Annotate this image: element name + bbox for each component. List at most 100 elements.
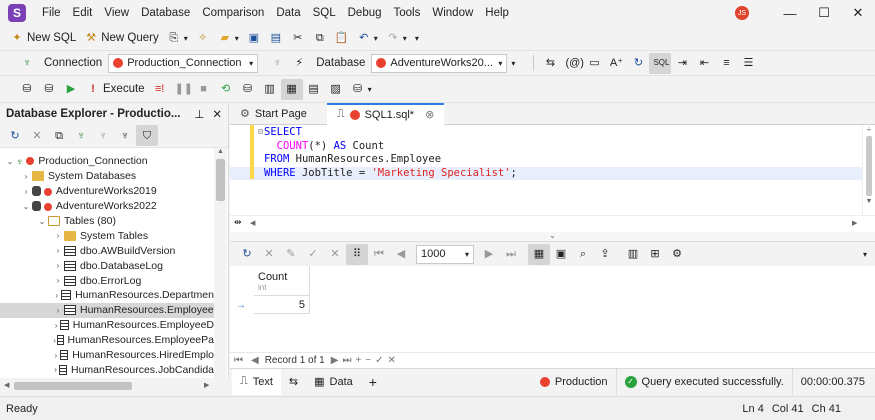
menu-window[interactable]: Window <box>426 7 479 19</box>
expand-arrow-icon[interactable]: › <box>52 306 64 315</box>
explorer-vertical-scrollbar[interactable]: ▲ <box>214 148 227 378</box>
save-button[interactable]: ▣ <box>243 28 265 49</box>
menu-data[interactable]: Data <box>270 7 306 19</box>
collapse-arrow-icon[interactable]: ⌄ <box>4 157 16 166</box>
explorer-scroll-thumb[interactable] <box>216 159 225 201</box>
transaction-button[interactable]: ⛁ ▾ <box>347 79 376 100</box>
change-connection-button[interactable]: ⚡ <box>288 53 310 74</box>
editor-vertical-scrollbar[interactable]: ÷ ▼ <box>862 125 875 217</box>
card-view-button[interactable]: ▣ <box>550 244 572 265</box>
open-file-dropdown[interactable]: ▰ ▾ <box>214 28 243 49</box>
disconnect-button[interactable]: ♆ <box>266 53 288 74</box>
copy-button[interactable]: ⧉ <box>309 28 331 49</box>
tree-item[interactable]: ⌄ Tables (80) <box>0 214 214 229</box>
explorer-copy-button[interactable]: ⧉ <box>48 125 70 146</box>
results-toolbar-options[interactable]: ▾ <box>859 244 871 265</box>
execution-plan-button[interactable]: ⛁ <box>237 79 259 100</box>
tree-item[interactable]: › System Tables <box>0 228 214 243</box>
database-button[interactable]: ⛁ <box>16 79 38 100</box>
pin-icon[interactable]: ⊥ <box>194 107 204 121</box>
editor-scroll-thumb[interactable] <box>866 136 872 196</box>
expand-arrow-icon[interactable]: › <box>20 172 32 181</box>
splitter-handle[interactable]: ⌄ <box>230 232 875 241</box>
column-header-count[interactable]: Count int <box>254 266 310 296</box>
tab-start-page[interactable]: ⚙ Start Page <box>230 103 317 125</box>
new-sql-button[interactable]: ✦ New SQL <box>6 28 80 49</box>
tree-item[interactable]: › dbo.AWBuildVersion <box>0 243 214 258</box>
align-button[interactable]: ≡ <box>715 53 737 74</box>
split-icon[interactable]: ⇹ <box>234 217 242 228</box>
add-tab-button[interactable]: + <box>361 369 385 395</box>
stop-button[interactable]: ■ <box>193 79 215 100</box>
save-all-button[interactable]: ▤ <box>265 28 287 49</box>
prev-page-button[interactable]: ◀ <box>390 244 412 265</box>
close-icon[interactable]: ✕ <box>841 5 875 21</box>
code-line[interactable]: SELECT <box>230 126 862 140</box>
undo-button[interactable]: ↶ ▾ <box>353 28 382 49</box>
tab-switch-button[interactable]: ⇆ <box>281 369 306 395</box>
new-connection-button[interactable]: ♆ <box>16 53 38 74</box>
export-button[interactable]: ⇪ <box>594 244 616 265</box>
menu-database[interactable]: Database <box>135 7 196 19</box>
results-edit-button[interactable]: ✎ <box>280 244 302 265</box>
first-record-icon[interactable]: ⏮ <box>234 355 243 366</box>
menu-sql[interactable]: SQL <box>307 7 342 19</box>
last-record-icon[interactable]: ⏭ <box>342 355 351 366</box>
expand-arrow-icon[interactable]: › <box>52 291 61 300</box>
tree-item[interactable]: ⌄ ♆ Production_Connection <box>0 154 214 169</box>
page-size-select[interactable]: 1000 ▾ <box>416 244 474 264</box>
expand-arrow-icon[interactable]: › <box>52 246 64 255</box>
user-avatar[interactable]: JS <box>735 6 749 20</box>
expand-arrow-icon[interactable]: › <box>52 276 64 285</box>
collapse-arrow-icon[interactable]: ⌄ <box>36 217 48 226</box>
pause-button[interactable]: ❚❚ <box>171 79 193 100</box>
explorer-filter-button[interactable]: ⛉ <box>136 125 158 146</box>
tree-item[interactable]: › HumanResources.HiredEmplo <box>0 348 214 363</box>
new-item-button[interactable]: ✧ <box>192 28 214 49</box>
expand-arrow-icon[interactable]: › <box>52 321 60 330</box>
new-document-dropdown[interactable]: ⎘ ▾ <box>163 28 192 49</box>
comment-button[interactable]: ▭ <box>583 53 605 74</box>
tree-item[interactable]: › AdventureWorks2019 <box>0 184 214 199</box>
results-grid[interactable]: Count int → 5 <box>230 266 875 352</box>
profiler-button[interactable]: ▥ <box>259 79 281 100</box>
sql-editor[interactable]: ⊟ SELECT COUNT(*) AS Count FROM HumanReso… <box>230 125 862 215</box>
expand-arrow-icon[interactable]: › <box>52 365 59 374</box>
sql-mode-button[interactable]: SQL <box>649 52 672 74</box>
menu-file[interactable]: File <box>36 7 67 19</box>
collapse-icon[interactable]: ⊟ <box>258 127 263 136</box>
collapse-arrow-icon[interactable]: ⌄ <box>20 202 32 211</box>
cut-button[interactable]: ✂ <box>287 28 309 49</box>
database-select[interactable]: AdventureWorks20... ▾ <box>371 53 508 73</box>
add-record-icon[interactable]: + <box>355 355 361 366</box>
tab-data[interactable]: ▦ Data <box>306 369 361 395</box>
uppercase-button[interactable]: A⁺ <box>605 53 627 74</box>
last-page-button[interactable]: ⏭ <box>500 244 522 265</box>
paste-button[interactable]: 📋 <box>331 28 353 49</box>
menu-debug[interactable]: Debug <box>342 7 388 19</box>
tree-item[interactable]: › System Databases <box>0 169 214 184</box>
explorer-close-icon[interactable]: ✕ <box>212 107 222 121</box>
indent-button[interactable]: ⇥ <box>671 53 693 74</box>
results-apply-button[interactable]: ✓ <box>302 244 324 265</box>
tree-item[interactable]: › dbo.DatabaseLog <box>0 258 214 273</box>
results-cancel-button[interactable]: ✕ <box>258 244 280 265</box>
expand-arrow-icon[interactable]: › <box>52 231 64 240</box>
code-line[interactable]: WHERE JobTitle = 'Marketing Specialist'; <box>230 166 862 180</box>
database-2-button[interactable]: ⛁ <box>38 79 60 100</box>
explorer-hscroll-thumb[interactable] <box>14 382 132 390</box>
execute-button[interactable]: ! Execute <box>82 79 149 100</box>
expand-arrow-icon[interactable]: › <box>52 351 60 360</box>
tree-item[interactable]: › HumanResources.Employee <box>0 302 214 318</box>
columns-button[interactable]: ▥ <box>622 244 644 265</box>
format-button[interactable]: ⇆ <box>539 53 561 74</box>
menu-edit[interactable]: Edit <box>67 7 99 19</box>
expand-arrow-icon[interactable]: › <box>20 187 32 196</box>
cancel-record-icon[interactable]: ✕ <box>388 355 396 366</box>
tree-item[interactable]: › HumanResources.JobCandida <box>0 362 214 377</box>
parameters-button[interactable]: (@) <box>561 53 584 74</box>
next-record-icon[interactable]: ▶ <box>331 355 339 366</box>
explorer-horizontal-scrollbar[interactable]: ◀ ▶ <box>0 378 229 394</box>
menu-help[interactable]: Help <box>479 7 515 19</box>
explorer-edit-connection-button[interactable]: ♆ <box>114 125 136 146</box>
